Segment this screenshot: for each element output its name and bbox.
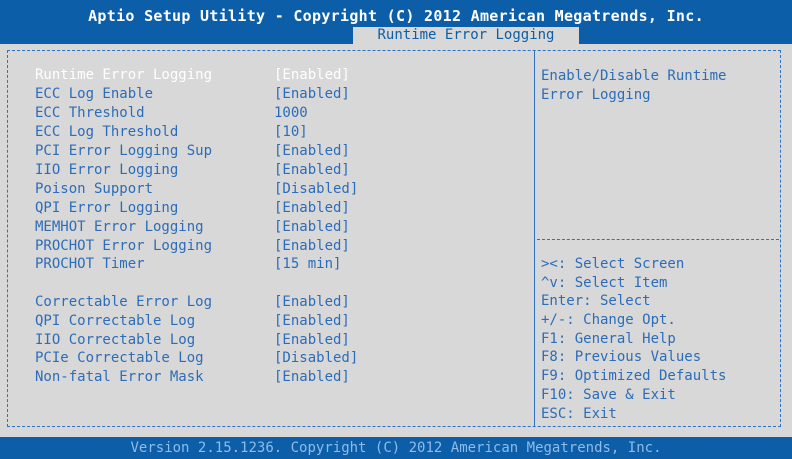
setting-label: PROCHOT Timer <box>35 256 145 272</box>
setting-value[interactable]: [10] <box>274 123 308 141</box>
setting-label: Correctable Error Log <box>35 294 213 310</box>
column-divider <box>534 50 535 427</box>
setting-label: QPI Correctable Log <box>35 313 196 329</box>
key-save-exit: F10: Save & Exit <box>541 386 676 403</box>
setting-label: PCIe Correctable Log <box>35 350 204 366</box>
tab-runtime-error-logging[interactable]: Runtime Error Logging <box>353 27 579 44</box>
help-separator <box>537 239 779 240</box>
key-previous-values: F8: Previous Values <box>541 349 702 366</box>
key-general-help: F1: General Help <box>541 330 676 347</box>
app-title: Aptio Setup Utility - Copyright (C) 2012… <box>88 7 704 25</box>
key-select-item: ^v: Select Item <box>541 274 668 291</box>
setting-value[interactable]: [Enabled] <box>274 331 350 349</box>
setting-label: ECC Log Threshold <box>35 124 179 140</box>
setting-label: IIO Error Logging <box>35 162 179 178</box>
setup-panel: Runtime Error Logging [Enabled] ECC Log … <box>0 44 792 437</box>
key-select-screen: ><: Select Screen <box>541 256 685 272</box>
key-enter-select: Enter: Select <box>541 293 651 310</box>
setting-value[interactable]: [Disabled] <box>274 180 358 198</box>
setting-label: IIO Correctable Log <box>35 332 196 348</box>
setting-label: QPI Error Logging <box>35 200 179 216</box>
setting-value[interactable]: [15 min] <box>274 255 341 273</box>
key-optimized-defaults: F9: Optimized Defaults <box>541 368 727 385</box>
key-change-option: +/-: Change Opt. <box>541 312 676 329</box>
setting-label: MEMHOT Error Logging <box>35 219 204 235</box>
version-footer: Version 2.15.1236. Copyright (C) 2012 Am… <box>0 437 792 459</box>
setting-value[interactable]: [Enabled] <box>274 218 350 236</box>
setting-value[interactable]: [Disabled] <box>274 349 358 367</box>
setting-value[interactable]: [Enabled] <box>274 142 350 160</box>
help-text: Enable/Disable Runtime Error Logging <box>541 67 726 105</box>
key-legend: ><: Select Screen ^v: Select Item Enter:… <box>541 255 726 423</box>
setting-label: Poison Support <box>35 181 154 197</box>
setting-value[interactable]: [Enabled] <box>274 293 350 311</box>
setting-value[interactable]: [Enabled] <box>274 312 350 330</box>
help-line: Enable/Disable Runtime <box>541 68 727 84</box>
setting-value[interactable]: [Enabled] <box>274 66 350 84</box>
setting-label: PROCHOT Error Logging <box>35 238 213 254</box>
setting-value[interactable]: [Enabled] <box>274 161 350 179</box>
setting-value[interactable]: [Enabled] <box>274 368 350 386</box>
title-bar: Aptio Setup Utility - Copyright (C) 2012… <box>0 0 792 44</box>
setting-value: 1000 <box>274 105 308 121</box>
setting-value[interactable]: [Enabled] <box>274 85 350 103</box>
setting-value[interactable]: [Enabled] <box>274 199 350 217</box>
setting-label: ECC Log Enable <box>35 86 154 102</box>
setting-label: Non-fatal Error Mask <box>35 369 204 385</box>
setting-label: PCI Error Logging Sup <box>35 143 213 159</box>
setting-label: Runtime Error Logging <box>35 67 213 83</box>
setting-value[interactable]: [Enabled] <box>274 237 350 255</box>
key-exit: ESC: Exit <box>541 405 617 422</box>
help-line: Error Logging <box>541 87 651 103</box>
setting-label: ECC Threshold <box>35 105 145 121</box>
